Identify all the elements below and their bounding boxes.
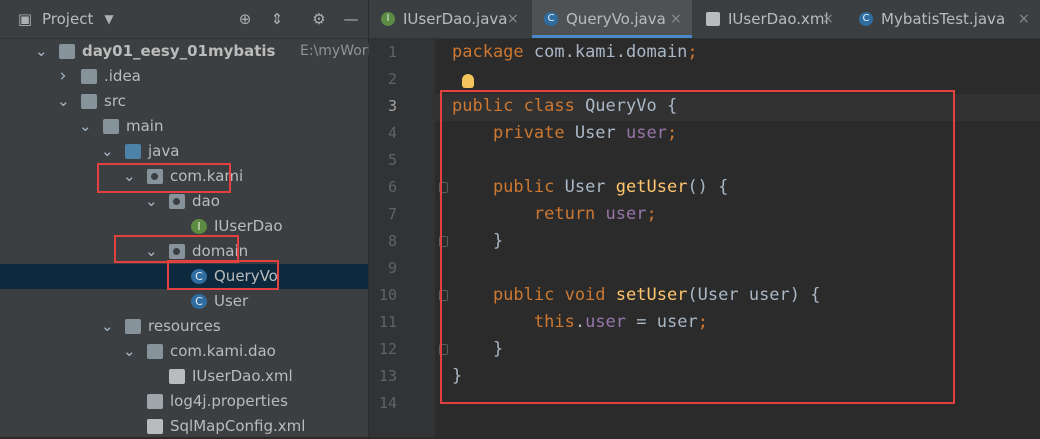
tree-item-label: resources [148,317,221,335]
tab-label: IUserDao.xml [728,10,829,28]
properties-file-icon [147,394,163,409]
locate-icon[interactable]: ⊕ [236,10,254,28]
line-number: 2 [387,70,397,88]
line-number: 12 [378,340,397,358]
line-number: 14 [378,394,397,412]
tree-item[interactable]: IUserDao.xml [0,364,368,389]
tree-item[interactable]: log4j.properties [0,389,368,414]
tree-item-label: main [126,117,164,135]
tree-item[interactable]: C User [0,289,368,314]
close-icon[interactable]: × [507,0,519,38]
folder-icon [81,94,97,109]
lightbulb-icon[interactable] [462,74,474,88]
project-view-icon[interactable]: ▣ [16,10,34,28]
folder-icon [81,69,97,84]
tree-item[interactable]: ⌄ main [0,114,368,139]
test-class-icon: C [859,12,873,26]
tree-item[interactable]: ⌄ com.kami.dao [0,339,368,364]
class-icon: C [191,294,207,309]
highlight-box-class [440,90,955,404]
module-folder-icon [59,44,75,59]
line-number: 13 [378,367,397,385]
chevron-down-icon[interactable]: ⌄ [35,39,48,64]
xml-file-icon [169,369,185,384]
tree-item[interactable]: ⌄ src [0,89,368,114]
close-icon[interactable]: × [822,0,834,38]
tree-item-label: IUserDao.xml [192,367,293,385]
tab-label: IUserDao.java [403,10,508,28]
line-number: 10 [378,286,397,304]
tree-item-label: java [148,142,180,160]
line-number: 1 [387,43,397,61]
tree-item-label: com.kami.dao [170,342,276,360]
resources-folder-icon [125,319,141,334]
line-number: 11 [378,313,397,331]
close-icon[interactable]: × [670,0,682,38]
tree-item-label: src [104,92,126,110]
editor-tabs: I IUserDao.java × C QueryVo.java × IUserDao.xm… [369,0,1040,39]
xml-file-icon [706,12,720,26]
close-icon[interactable]: × [1018,0,1030,38]
line-number: 6 [387,178,397,196]
line-number: 7 [387,205,397,223]
source-folder-icon [125,144,141,159]
tree-item-label: log4j.properties [170,392,288,410]
interface-icon: I [381,12,395,26]
gear-icon[interactable]: ⚙ [310,10,328,28]
chevron-right-icon[interactable]: › [57,64,69,89]
line-number: 9 [387,259,397,277]
chevron-down-icon[interactable]: ⌄ [123,339,136,364]
highlight-box-domain [114,235,239,263]
chevron-down-icon[interactable]: ⌄ [101,139,114,164]
package-dot-icon [173,198,180,205]
code-token: ; [687,42,698,62]
code-line[interactable]: package com.kami.domain; [452,39,698,66]
tree-item[interactable]: ⌄ day01_eesy_01mybatis E:\myWork\Works [0,39,423,64]
project-panel-header: ▣ Project ▼ ⊕ ⇕ ⚙ — [0,0,368,39]
highlight-box-com-kami [97,163,231,193]
tree-item[interactable]: › .idea [0,64,368,89]
xml-file-icon [147,419,163,434]
folder-icon [147,344,163,359]
line-number: 8 [387,232,397,250]
tree-item[interactable]: ⌄ resources [0,314,368,339]
line-number: 3 [387,97,397,115]
project-panel-title[interactable]: Project [42,10,93,28]
chevron-down-icon[interactable]: ⌄ [101,314,114,339]
tree-item-label: User [214,292,249,310]
project-panel: ▣ Project ▼ ⊕ ⇕ ⚙ — ⌄ day01_eesy_01mybati… [0,0,423,439]
tab-queryvo-java[interactable]: C QueryVo.java × [532,0,692,38]
tab-iuserdao-xml[interactable]: IUserDao.xml × [694,0,844,38]
code-token: com.kami.domain [523,42,688,62]
chevron-down-icon[interactable]: ⌄ [57,89,70,114]
chevron-down-icon[interactable]: ▼ [100,10,118,28]
tree-item-label: SqlMapConfig.xml [170,417,306,435]
tree-item[interactable]: ⌄ java [0,139,368,164]
folder-icon [103,119,119,134]
package-icon [169,194,185,209]
tab-iuserdao-java[interactable]: I IUserDao.java × [369,0,529,38]
tree-item-label: day01_eesy_01mybatis [82,42,276,60]
interface-icon: I [191,219,207,234]
tab-label: MybatisTest.java [881,10,1006,28]
tab-mybatistest-java[interactable]: C MybatisTest.java × [847,0,1040,38]
minimize-icon[interactable]: — [342,10,360,28]
tree-item[interactable]: SqlMapConfig.xml [0,414,368,439]
tree-item-label: .idea [104,67,141,85]
highlight-box-queryvo [167,260,279,290]
chevron-down-icon[interactable]: ⌄ [79,114,92,139]
collapse-all-icon[interactable]: ⇕ [268,10,286,28]
line-number: 4 [387,124,397,142]
code-token: package [452,42,524,62]
class-icon: C [544,12,558,26]
tab-label: QueryVo.java [566,10,666,28]
line-number: 5 [387,151,397,169]
